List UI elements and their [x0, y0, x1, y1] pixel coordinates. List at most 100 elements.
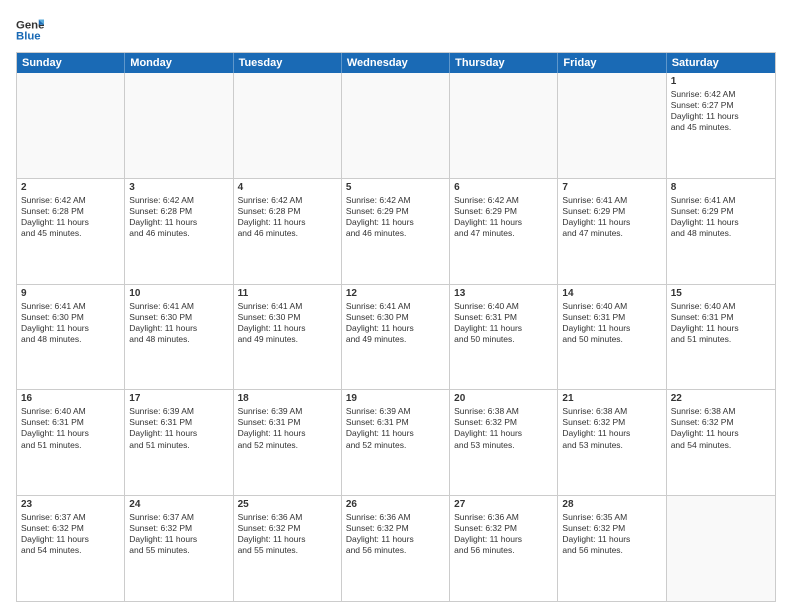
day-info: Sunrise: 6:36 AM Sunset: 6:32 PM Dayligh… [238, 512, 337, 556]
day-info: Sunrise: 6:40 AM Sunset: 6:31 PM Dayligh… [671, 301, 771, 345]
page: General Blue SundayMondayTuesdayWednesda… [0, 0, 792, 612]
day-cell-3: 3 Sunrise: 6:42 AM Sunset: 6:28 PM Daylig… [125, 179, 233, 284]
day-info: Sunrise: 6:41 AM Sunset: 6:29 PM Dayligh… [671, 195, 771, 239]
day-cell-14: 14 Sunrise: 6:40 AM Sunset: 6:31 PM Dayli… [558, 285, 666, 390]
day-info: Sunrise: 6:41 AM Sunset: 6:30 PM Dayligh… [129, 301, 228, 345]
day-info: Sunrise: 6:41 AM Sunset: 6:30 PM Dayligh… [346, 301, 445, 345]
day-info: Sunrise: 6:37 AM Sunset: 6:32 PM Dayligh… [21, 512, 120, 556]
day-info: Sunrise: 6:41 AM Sunset: 6:30 PM Dayligh… [238, 301, 337, 345]
calendar: SundayMondayTuesdayWednesdayThursdayFrid… [16, 52, 776, 602]
day-number: 5 [346, 182, 445, 193]
day-info: Sunrise: 6:38 AM Sunset: 6:32 PM Dayligh… [562, 406, 661, 450]
day-cell-16: 16 Sunrise: 6:40 AM Sunset: 6:31 PM Dayli… [17, 390, 125, 495]
calendar-row-3: 16 Sunrise: 6:40 AM Sunset: 6:31 PM Dayli… [17, 389, 775, 495]
day-cell-28: 28Sunrise: 6:35 AM Sunset: 6:32 PM Dayli… [558, 496, 666, 601]
day-number: 21 [562, 393, 661, 404]
day-info: Sunrise: 6:42 AM Sunset: 6:28 PM Dayligh… [238, 195, 337, 239]
day-number: 20 [454, 393, 553, 404]
day-cell-26: 26Sunrise: 6:36 AM Sunset: 6:32 PM Dayli… [342, 496, 450, 601]
day-number: 12 [346, 288, 445, 299]
day-cell-9: 9 Sunrise: 6:41 AM Sunset: 6:30 PM Daylig… [17, 285, 125, 390]
day-info: Sunrise: 6:39 AM Sunset: 6:31 PM Dayligh… [238, 406, 337, 450]
day-number: 10 [129, 288, 228, 299]
day-number: 15 [671, 288, 771, 299]
day-number: 2 [21, 182, 120, 193]
day-info: Sunrise: 6:39 AM Sunset: 6:31 PM Dayligh… [129, 406, 228, 450]
day-info: Sunrise: 6:35 AM Sunset: 6:32 PM Dayligh… [562, 512, 661, 556]
empty-cell-4-6 [667, 496, 775, 601]
day-cell-19: 19 Sunrise: 6:39 AM Sunset: 6:31 PM Dayli… [342, 390, 450, 495]
day-cell-13: 13 Sunrise: 6:40 AM Sunset: 6:31 PM Dayli… [450, 285, 558, 390]
day-cell-23: 23 Sunrise: 6:37 AM Sunset: 6:32 PM Dayli… [17, 496, 125, 601]
day-cell-17: 17 Sunrise: 6:39 AM Sunset: 6:31 PM Dayli… [125, 390, 233, 495]
day-cell-24: 24 Sunrise: 6:37 AM Sunset: 6:32 PM Dayli… [125, 496, 233, 601]
calendar-row-1: 2 Sunrise: 6:42 AM Sunset: 6:28 PM Daylig… [17, 178, 775, 284]
empty-cell-0-3 [342, 73, 450, 178]
day-info: Sunrise: 6:40 AM Sunset: 6:31 PM Dayligh… [562, 301, 661, 345]
day-info: Sunrise: 6:36 AM Sunset: 6:32 PM Dayligh… [346, 512, 445, 556]
empty-cell-0-2 [234, 73, 342, 178]
header: General Blue [16, 16, 776, 44]
day-info: Sunrise: 6:40 AM Sunset: 6:31 PM Dayligh… [21, 406, 120, 450]
svg-text:Blue: Blue [16, 31, 41, 43]
empty-cell-0-4 [450, 73, 558, 178]
day-cell-20: 20 Sunrise: 6:38 AM Sunset: 6:32 PM Dayli… [450, 390, 558, 495]
logo-icon: General Blue [16, 16, 44, 44]
day-number: 24 [129, 499, 228, 510]
empty-cell-0-1 [125, 73, 233, 178]
day-number: 3 [129, 182, 228, 193]
day-info: Sunrise: 6:42 AM Sunset: 6:29 PM Dayligh… [346, 195, 445, 239]
day-info: Sunrise: 6:42 AM Sunset: 6:28 PM Dayligh… [129, 195, 228, 239]
day-number: 13 [454, 288, 553, 299]
day-number: 11 [238, 288, 337, 299]
day-cell-10: 10 Sunrise: 6:41 AM Sunset: 6:30 PM Dayli… [125, 285, 233, 390]
day-number: 18 [238, 393, 337, 404]
day-number: 8 [671, 182, 771, 193]
day-number: 1 [671, 76, 771, 87]
day-cell-1: 1 Sunrise: 6:42 AM Sunset: 6:27 PM Daylig… [667, 73, 775, 178]
day-cell-25: 25Sunrise: 6:36 AM Sunset: 6:32 PM Dayli… [234, 496, 342, 601]
day-cell-22: 22 Sunrise: 6:38 AM Sunset: 6:32 PM Dayli… [667, 390, 775, 495]
calendar-row-0: 1 Sunrise: 6:42 AM Sunset: 6:27 PM Daylig… [17, 73, 775, 178]
day-number: 23 [21, 499, 120, 510]
day-info: Sunrise: 6:41 AM Sunset: 6:30 PM Dayligh… [21, 301, 120, 345]
calendar-body: 1 Sunrise: 6:42 AM Sunset: 6:27 PM Daylig… [17, 73, 775, 601]
day-cell-11: 11 Sunrise: 6:41 AM Sunset: 6:30 PM Dayli… [234, 285, 342, 390]
day-number: 4 [238, 182, 337, 193]
day-cell-4: 4 Sunrise: 6:42 AM Sunset: 6:28 PM Daylig… [234, 179, 342, 284]
day-number: 7 [562, 182, 661, 193]
day-number: 22 [671, 393, 771, 404]
logo: General Blue [16, 16, 52, 44]
day-number: 19 [346, 393, 445, 404]
day-cell-6: 6 Sunrise: 6:42 AM Sunset: 6:29 PM Daylig… [450, 179, 558, 284]
weekday-header-friday: Friday [558, 53, 666, 73]
day-info: Sunrise: 6:38 AM Sunset: 6:32 PM Dayligh… [454, 406, 553, 450]
day-cell-5: 5 Sunrise: 6:42 AM Sunset: 6:29 PM Daylig… [342, 179, 450, 284]
weekday-header-thursday: Thursday [450, 53, 558, 73]
day-cell-27: 27Sunrise: 6:36 AM Sunset: 6:32 PM Dayli… [450, 496, 558, 601]
day-cell-12: 12 Sunrise: 6:41 AM Sunset: 6:30 PM Dayli… [342, 285, 450, 390]
day-cell-7: 7 Sunrise: 6:41 AM Sunset: 6:29 PM Daylig… [558, 179, 666, 284]
day-info: Sunrise: 6:42 AM Sunset: 6:28 PM Dayligh… [21, 195, 120, 239]
weekday-header-wednesday: Wednesday [342, 53, 450, 73]
weekday-header-monday: Monday [125, 53, 233, 73]
day-info: Sunrise: 6:38 AM Sunset: 6:32 PM Dayligh… [671, 406, 771, 450]
day-info: Sunrise: 6:42 AM Sunset: 6:27 PM Dayligh… [671, 89, 771, 133]
day-number: 27 [454, 499, 553, 510]
day-info: Sunrise: 6:37 AM Sunset: 6:32 PM Dayligh… [129, 512, 228, 556]
day-number: 14 [562, 288, 661, 299]
day-number: 17 [129, 393, 228, 404]
weekday-header-saturday: Saturday [667, 53, 775, 73]
empty-cell-0-0 [17, 73, 125, 178]
calendar-header: SundayMondayTuesdayWednesdayThursdayFrid… [17, 53, 775, 73]
calendar-row-2: 9 Sunrise: 6:41 AM Sunset: 6:30 PM Daylig… [17, 284, 775, 390]
weekday-header-sunday: Sunday [17, 53, 125, 73]
day-info: Sunrise: 6:39 AM Sunset: 6:31 PM Dayligh… [346, 406, 445, 450]
day-info: Sunrise: 6:41 AM Sunset: 6:29 PM Dayligh… [562, 195, 661, 239]
day-number: 6 [454, 182, 553, 193]
day-info: Sunrise: 6:42 AM Sunset: 6:29 PM Dayligh… [454, 195, 553, 239]
day-number: 16 [21, 393, 120, 404]
day-cell-18: 18 Sunrise: 6:39 AM Sunset: 6:31 PM Dayli… [234, 390, 342, 495]
day-number: 9 [21, 288, 120, 299]
day-info: Sunrise: 6:40 AM Sunset: 6:31 PM Dayligh… [454, 301, 553, 345]
